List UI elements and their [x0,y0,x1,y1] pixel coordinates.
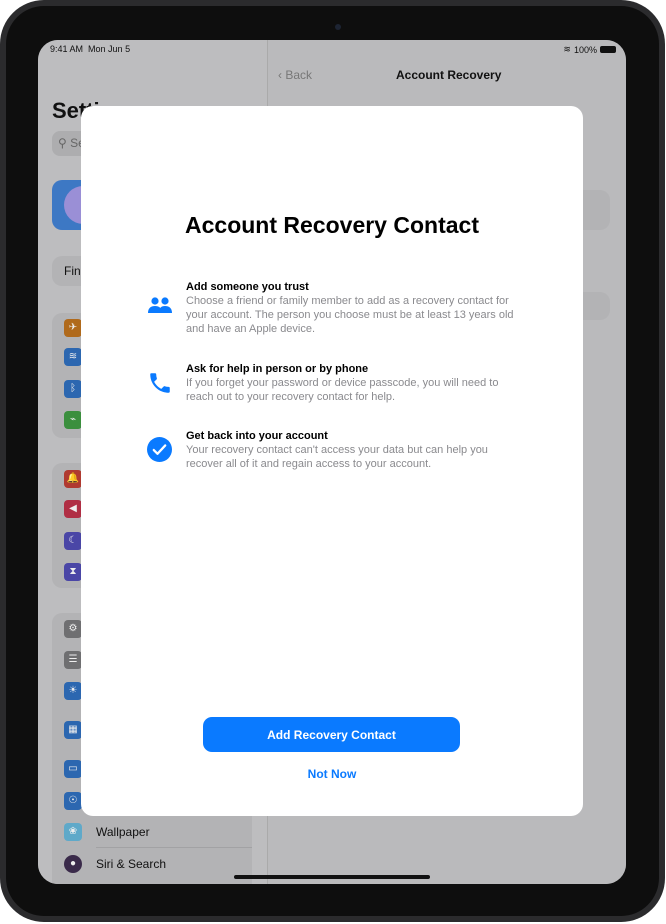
people-icon [148,297,172,313]
sidebar-item-siri[interactable]: Siri & Search [96,857,166,871]
time: 9:41 AM [50,44,84,54]
sidebar-item-wallpaper[interactable]: Wallpaper [96,825,150,839]
add-recovery-contact-button[interactable]: Add Recovery Contact [203,717,460,752]
screen-time-icon[interactable]: ⧗ [64,563,82,581]
battery-icon [600,46,616,53]
feature-add-someone: Add someone you trust Choose a friend or… [186,280,526,336]
feature-description: Choose a friend or family member to add … [186,295,514,335]
sheet-title: Account Recovery Contact [185,212,479,238]
feature-description: Your recovery contact can't access your … [186,444,488,470]
feature-ask-for-help: Ask for help in person or by phone If yo… [186,362,526,404]
feature-heading: Get back into your account [186,430,328,442]
feature-description: If you forget your password or device pa… [186,377,499,403]
multitasking-icon[interactable]: ▭ [64,760,82,778]
notifications-icon[interactable]: 🔔 [64,470,82,488]
not-now-button[interactable]: Not Now [81,767,583,781]
feature-heading: Add someone you trust [186,281,309,293]
display-icon[interactable]: ☀ [64,682,82,700]
date: Mon Jun 5 [88,44,131,54]
wallpaper-icon[interactable]: ❀ [64,823,82,841]
nav-title: Account Recovery [396,68,502,82]
cellular-icon[interactable]: ⌁ [64,411,82,429]
camera [335,24,341,30]
general-icon[interactable]: ⚙ [64,620,82,638]
back-button[interactable]: ‹ Back [278,68,312,82]
phone-icon [150,373,170,393]
home-indicator[interactable] [234,875,430,879]
focus-icon[interactable]: ☾ [64,532,82,550]
divider [96,847,252,848]
feature-get-back-in: Get back into your account Your recovery… [186,429,526,471]
feature-heading: Ask for help in person or by phone [186,363,369,375]
bluetooth-icon[interactable]: ᛒ [64,380,82,398]
wifi-status-icon: ≋ [563,44,571,54]
siri-icon[interactable]: ● [64,855,82,873]
airplane-icon[interactable]: ✈ [64,319,82,337]
status-right: ≋ 100% [563,44,616,55]
accessibility-icon[interactable]: ☉ [64,792,82,810]
home-screen-icon[interactable]: ▦ [64,721,82,739]
battery-percent: 100% [573,44,597,55]
checkmark-circle-icon [147,437,172,462]
back-label: Back [285,68,313,82]
status-time: 9:41 AM Mon Jun 5 [50,44,130,54]
account-recovery-sheet: Account Recovery Contact Add someone you… [81,106,583,816]
sounds-icon[interactable]: ◀ [64,500,82,518]
control-center-icon[interactable]: ☰ [64,651,82,669]
wifi-icon[interactable]: ≋ [64,348,82,366]
ipad-frame: Settings ⚲ Search Find ✈ ≋ ᛒ ⌁ 🔔 ◀ ☾ ⧗ ⚙… [0,0,665,922]
